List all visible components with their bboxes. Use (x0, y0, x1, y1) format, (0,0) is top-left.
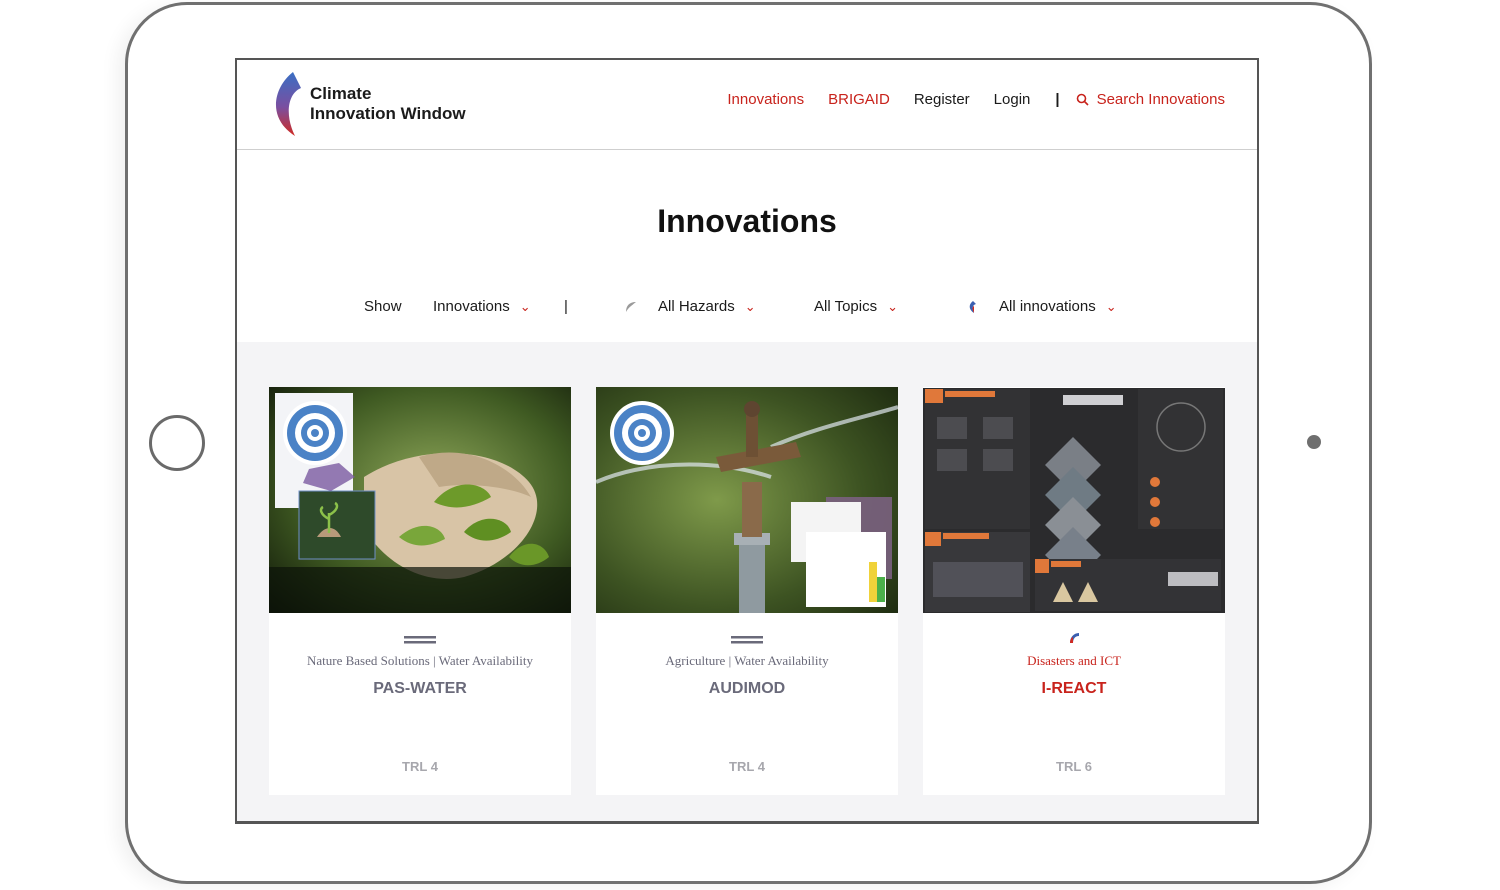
chevron-down-icon: ⌄ (519, 298, 531, 314)
card-trl: TRL 6 (1056, 759, 1092, 774)
card-trl: TRL 4 (729, 759, 765, 774)
chevron-down-icon: ⌄ (1105, 298, 1117, 314)
main-nav: Innovations BRIGAID Register Login | Sea… (703, 91, 1225, 108)
search-label: Search Innovations (1096, 91, 1225, 108)
card-topics: Agriculture | Water Availability (665, 653, 829, 668)
browser-screen: Climate Innovation Window Innovations BR… (235, 58, 1259, 824)
show-label: Show (364, 298, 402, 315)
sprinkler-image (596, 387, 898, 613)
topics-select[interactable]: All Topics ⌄ (814, 298, 898, 315)
card-topics: Nature Based Solutions | Water Availabil… (306, 653, 533, 668)
card-image[interactable] (923, 387, 1225, 613)
category-icon (923, 631, 1225, 649)
target-icon (610, 401, 674, 465)
infographic-image (923, 387, 1225, 613)
logo-line-1: Climate (310, 84, 372, 103)
logo-text[interactable]: Climate Innovation Window (310, 84, 466, 124)
innovation-card[interactable]: Nature Based Solutions | Water Availabil… (269, 387, 571, 795)
card-trl: TRL 4 (402, 759, 438, 774)
card-title[interactable]: PAS-WATER (269, 680, 571, 698)
nav-innovations-link[interactable]: Innovations (727, 91, 804, 108)
innovation-card[interactable]: Agriculture | Water Availability AUDIMOD… (596, 387, 898, 795)
topics-select-value: All Topics (814, 298, 878, 315)
chevron-down-icon: ⌄ (887, 298, 898, 314)
card-title[interactable]: I-REACT (923, 680, 1225, 698)
card-topics: Disasters and ICT (1027, 653, 1121, 668)
target-icon (283, 401, 347, 465)
card-image[interactable] (269, 387, 571, 613)
home-button[interactable] (149, 415, 205, 471)
handshake-image (269, 387, 571, 613)
brand-icon (969, 300, 976, 313)
logo-icon[interactable] (269, 70, 305, 138)
chevron-down-icon: ⌄ (744, 298, 756, 314)
category-icon (596, 631, 898, 649)
logo-line-2: Innovation Window (310, 104, 466, 123)
category-icon (269, 631, 571, 649)
hazard-leaf-icon (626, 301, 636, 312)
search-icon (1076, 93, 1089, 106)
nav-login-link[interactable]: Login (994, 91, 1031, 108)
hazards-select-value: All Hazards (658, 298, 735, 315)
site-header: Climate Innovation Window Innovations BR… (237, 60, 1257, 150)
hazards-select[interactable]: All Hazards ⌄ (625, 298, 756, 315)
card-image[interactable] (596, 387, 898, 613)
search-innovations-link[interactable]: Search Innovations (1076, 91, 1225, 108)
nav-separator: | (1055, 91, 1060, 108)
nav-brigaid-link[interactable]: BRIGAID (828, 91, 890, 108)
type-select[interactable]: Innovations ⌄ (433, 298, 531, 315)
filter-bar: Show Innovations ⌄ | All Hazards ⌄ All T… (237, 298, 1257, 322)
filter-separator: | (564, 298, 568, 315)
card-title[interactable]: AUDIMOD (596, 680, 898, 698)
innovation-card[interactable]: Disasters and ICT I-REACT TRL 6 (923, 387, 1225, 795)
innovations-select[interactable]: All innovations ⌄ (968, 298, 1117, 315)
innovations-select-value: All innovations (999, 298, 1096, 315)
camera-dot (1307, 435, 1321, 449)
page-title: Innovations (657, 203, 837, 239)
innovations-grid: Nature Based Solutions | Water Availabil… (237, 342, 1257, 821)
nav-register-link[interactable]: Register (914, 91, 970, 108)
type-select-value: Innovations (433, 298, 510, 315)
